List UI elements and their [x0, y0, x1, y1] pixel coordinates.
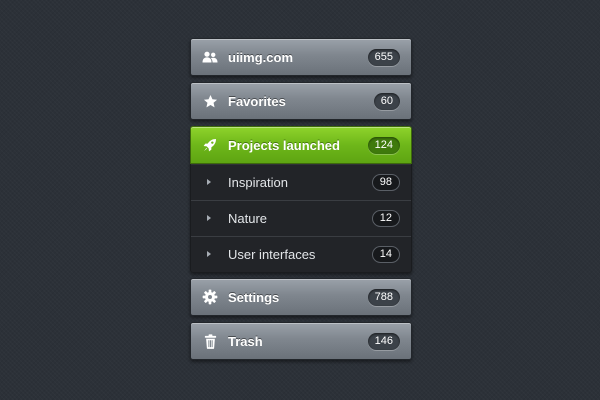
menu-item-projects-launched[interactable]: Projects launched 124	[190, 126, 412, 164]
count-badge: 12	[371, 210, 400, 227]
submenu-item-user-interfaces[interactable]: User interfaces 14	[191, 236, 411, 272]
submenu-item-inspiration[interactable]: Inspiration 98	[191, 164, 411, 200]
menu-item-label: uiimg.com	[228, 50, 294, 65]
count-badge: 124	[367, 137, 400, 154]
menu-item-label: Projects launched	[228, 138, 340, 153]
count-badge: 146	[367, 333, 400, 350]
menu-item-label: Trash	[228, 334, 263, 349]
triangle-right-icon	[207, 179, 211, 185]
menu-item-favorites[interactable]: Favorites 60	[190, 82, 412, 120]
projects-submenu: Inspiration 98 Nature 12 User interfaces…	[190, 164, 412, 273]
gear-icon	[202, 289, 218, 305]
count-badge: 788	[367, 289, 400, 306]
count-badge: 655	[367, 49, 400, 66]
menu-item-trash[interactable]: Trash 146	[190, 322, 412, 360]
menu-item-settings[interactable]: Settings 788	[190, 278, 412, 316]
triangle-right-icon	[207, 215, 211, 221]
submenu-item-nature[interactable]: Nature 12	[191, 200, 411, 236]
users-icon	[202, 49, 218, 65]
submenu-item-label: Nature	[228, 211, 268, 226]
count-badge: 98	[371, 174, 400, 191]
count-badge: 14	[371, 246, 400, 263]
rocket-icon	[202, 137, 218, 153]
trash-icon	[202, 333, 218, 349]
star-icon	[202, 93, 218, 109]
projects-group: Projects launched 124 Inspiration 98 Nat…	[190, 126, 412, 273]
submenu-item-label: Inspiration	[228, 175, 288, 190]
triangle-right-icon	[207, 251, 211, 257]
submenu-item-label: User interfaces	[228, 247, 316, 262]
sidebar-menu: uiimg.com 655 Favorites 60 Projects laun…	[190, 38, 412, 360]
menu-item-label: Favorites	[228, 94, 286, 109]
menu-item-uiimg[interactable]: uiimg.com 655	[190, 38, 412, 76]
menu-item-label: Settings	[228, 290, 280, 305]
count-badge: 60	[373, 93, 400, 110]
